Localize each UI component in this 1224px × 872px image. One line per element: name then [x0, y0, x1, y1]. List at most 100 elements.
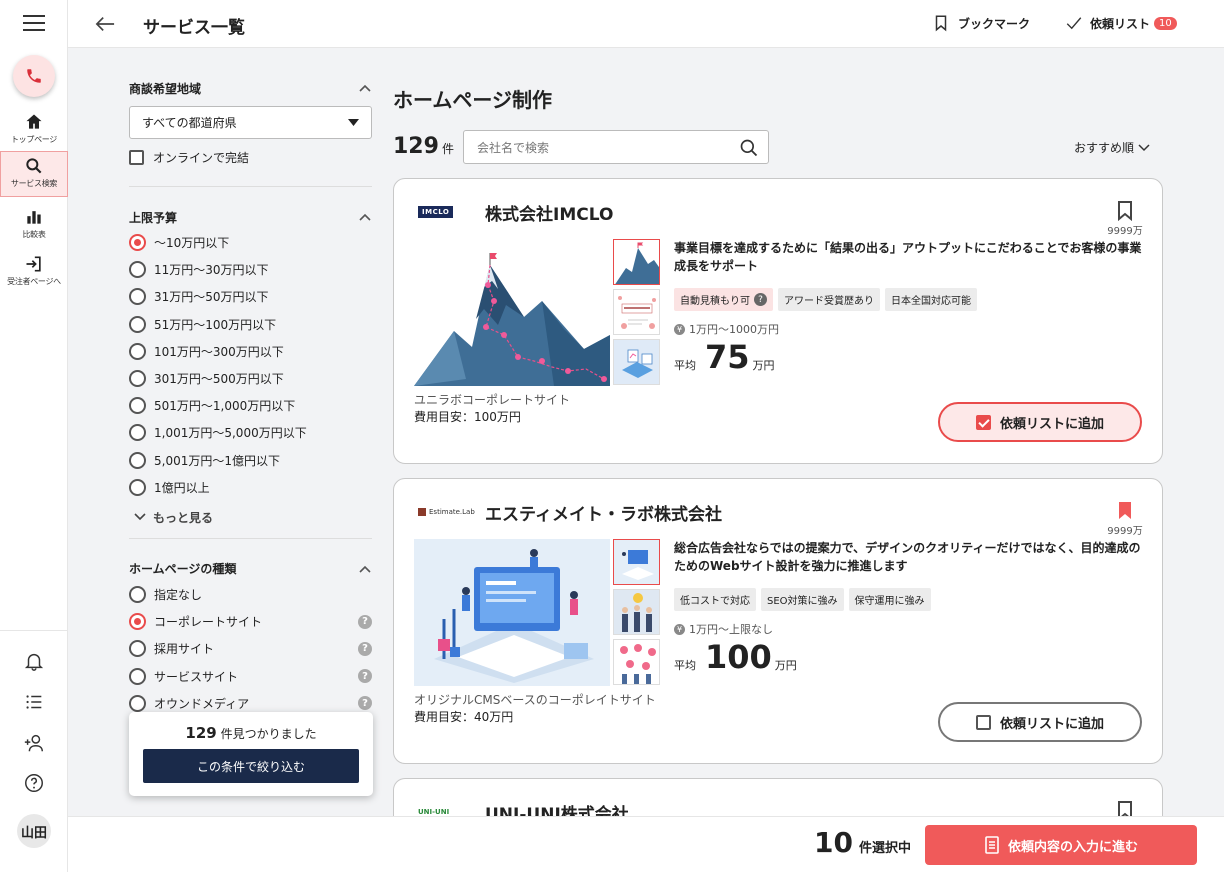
company-name[interactable]: エスティメイト・ラボ株式会社 — [485, 500, 722, 525]
divider — [129, 537, 372, 539]
radio-option[interactable]: 51万円〜100万円以下 — [129, 311, 372, 338]
portfolio-main-image[interactable] — [414, 239, 610, 386]
portfolio-thumbnail[interactable] — [613, 289, 660, 335]
workspace-illustration — [414, 539, 610, 686]
help-icon[interactable]: ? — [358, 696, 372, 711]
add-user-icon[interactable] — [23, 732, 45, 754]
sidebar-item-top[interactable]: トップページ — [0, 108, 68, 154]
avg-label: 平均 — [674, 359, 696, 372]
tag-label: 自動見積もり可 — [680, 296, 750, 307]
checkbox-icon — [975, 714, 991, 730]
radio-option[interactable]: 1,001万円〜5,000万円以下 — [129, 419, 372, 446]
search-icon[interactable] — [739, 138, 759, 158]
apply-filter-button[interactable]: この条件で絞り込む — [143, 749, 359, 783]
radio-option[interactable]: 1億円以上 — [129, 474, 372, 501]
show-more-label: もっと見る — [153, 510, 214, 525]
bookmark-icon — [935, 15, 947, 32]
list-icon[interactable] — [23, 691, 45, 713]
prefecture-select-value: すべての都道府県 — [142, 116, 237, 130]
price-range-text: 1万円〜上限なし — [689, 623, 773, 636]
radio-option[interactable]: 101万円〜300万円以下 — [129, 338, 372, 365]
selected-count: 10 件選択中 — [814, 828, 911, 858]
mountain-illustration — [414, 239, 610, 386]
dashboard-thumbnail — [614, 340, 659, 384]
radio-icon — [129, 315, 146, 333]
radio-icon — [129, 342, 146, 360]
portfolio-thumbnail[interactable] — [613, 639, 660, 685]
logo-text: IMCLO — [422, 208, 450, 216]
sidebar-item-label: 受注者ページへ — [7, 277, 61, 286]
site-type-section-header[interactable]: ホームページの種類 — [129, 559, 372, 579]
filter-panel: 商談希望地域 すべての都道府県 オンラインで完結 上限予算 〜10万円以下 11万… — [129, 78, 372, 803]
radio-option[interactable]: 5,001万円〜1億円以下 — [129, 447, 372, 474]
document-icon — [985, 836, 999, 854]
radio-label: 5,001万円〜1億円以下 — [154, 453, 280, 468]
avg-unit: 万円 — [752, 359, 775, 372]
average-price: 平均 75 万円 — [674, 341, 775, 373]
radio-option[interactable]: 301万円〜500万円以下 — [129, 365, 372, 392]
sidebar-item-label: 比較表 — [22, 230, 46, 239]
company-card[interactable]: Estimate.Lab エスティメイト・ラボ株式会社 9999万 オリジナルC… — [393, 478, 1163, 764]
radio-option[interactable]: 11万円〜30万円以下 — [129, 256, 372, 283]
yen-icon: ¥ — [674, 323, 685, 335]
prefecture-select[interactable]: すべての都道府県 — [129, 106, 372, 139]
portfolio-thumbnail[interactable] — [613, 539, 660, 585]
tag-list: 低コストで対応 SEO対策に強み 保守運用に強み — [674, 588, 931, 611]
result-count: 129 件 — [393, 134, 454, 159]
help-icon[interactable]: ? — [358, 641, 372, 656]
hamburger-menu-icon[interactable] — [23, 15, 45, 33]
help-icon[interactable] — [23, 772, 45, 794]
help-icon[interactable]: ? — [754, 293, 767, 306]
radio-option[interactable]: 501万円〜1,000万円以下 — [129, 392, 372, 419]
add-to-request-list-button[interactable]: 依頼リストに追加 — [938, 402, 1142, 442]
radio-icon — [129, 667, 146, 685]
avatar[interactable]: 山田 — [17, 814, 51, 848]
sidebar: トップページ サービス検索 比較表 受注者ページへ 山田 — [0, 0, 68, 872]
radio-selected-icon — [129, 613, 146, 631]
portfolio-thumbnail[interactable] — [613, 339, 660, 385]
search-icon — [26, 158, 42, 174]
radio-option[interactable]: 〜10万円以下 — [129, 229, 372, 256]
phone-call-button[interactable] — [13, 55, 55, 97]
portfolio-main-image[interactable] — [414, 539, 610, 686]
login-icon — [26, 256, 41, 272]
bookmark-button[interactable]: 9999万 — [1106, 501, 1144, 537]
budget-radio-group: 〜10万円以下 11万円〜30万円以下 31万円〜50万円以下 51万円〜100万円以… — [129, 229, 372, 501]
company-card[interactable]: IMCLO 株式会社IMCLO 9999万 ユニラボコーポレートサイト 費用目安… — [393, 178, 1163, 464]
portfolio-thumbnail[interactable] — [613, 239, 660, 285]
help-icon[interactable]: ? — [358, 614, 372, 629]
page-title: サービス一覧 — [143, 18, 245, 38]
popup-count-suffix: 件見つかりました — [220, 727, 317, 741]
selection-footer: 10 件選択中 依頼内容の入力に進む — [68, 816, 1224, 872]
radio-option[interactable]: コーポレートサイト? — [129, 608, 372, 635]
sidebar-item-service-search[interactable]: サービス検索 — [0, 151, 68, 197]
company-search-input[interactable]: 会社名で検索 — [463, 130, 769, 164]
sort-dropdown[interactable]: おすすめ順 — [1074, 139, 1150, 156]
company-name[interactable]: 株式会社IMCLO — [485, 200, 613, 225]
proceed-button[interactable]: 依頼内容の入力に進む — [925, 825, 1197, 865]
check-icon — [1066, 17, 1082, 30]
online-checkbox-label: オンラインで完結 — [153, 151, 250, 165]
bookmark-button[interactable]: 9999万 — [1106, 201, 1144, 237]
radio-label: コーポレートサイト — [154, 615, 263, 630]
help-icon[interactable]: ? — [358, 669, 372, 684]
budget-section-header[interactable]: 上限予算 — [129, 207, 372, 227]
online-checkbox[interactable]: オンラインで完結 — [129, 149, 372, 166]
region-section-header[interactable]: 商談希望地域 — [129, 78, 372, 98]
sidebar-item-vendor-page[interactable]: 受注者ページへ — [0, 250, 68, 296]
request-list-link[interactable]: 依頼リスト 10 — [1064, 14, 1177, 32]
bookmark-link[interactable]: ブックマーク — [932, 14, 1030, 32]
back-arrow-icon[interactable] — [94, 14, 116, 34]
show-more-link[interactable]: もっと見る — [129, 509, 372, 526]
radio-option[interactable]: サービスサイト? — [129, 662, 372, 689]
add-to-request-list-button[interactable]: 依頼リストに追加 — [938, 702, 1142, 742]
bell-icon[interactable] — [23, 650, 45, 672]
sidebar-item-comparison[interactable]: 比較表 — [0, 203, 68, 249]
radio-option[interactable]: 31万円〜50万円以下 — [129, 283, 372, 310]
radio-icon — [129, 261, 146, 279]
radio-option[interactable]: 指定なし — [129, 581, 372, 608]
radio-option[interactable]: 採用サイト? — [129, 635, 372, 662]
chevron-up-icon — [359, 84, 371, 92]
radio-label: 31万円〜50万円以下 — [154, 290, 269, 305]
portfolio-thumbnail[interactable] — [613, 589, 660, 635]
